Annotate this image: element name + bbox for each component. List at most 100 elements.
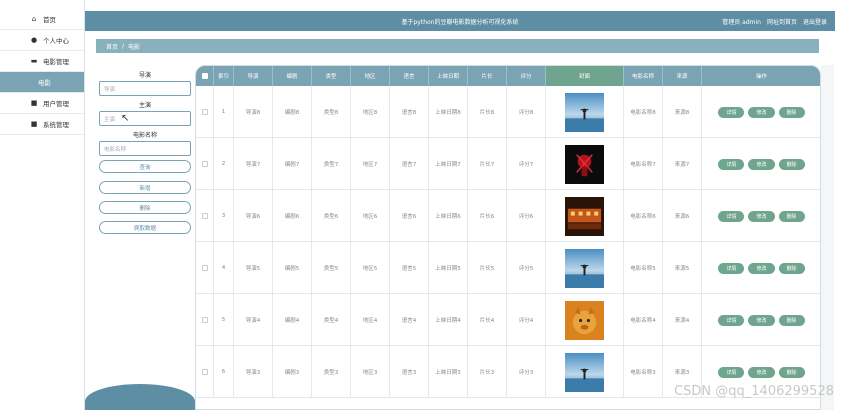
table-row: 2 导演7 编剧7 类型7 地区7 语言7 上映日期7 片长7 评分7 电影名称7 来源7 详情 修改删… (196, 138, 820, 190)
cell-movie-name: 电影名称7 (624, 138, 663, 190)
cell-release-date: 上映日期6 (429, 190, 468, 242)
cell-type: 类型3 (312, 346, 351, 398)
cell-length: 片长5 (468, 242, 507, 294)
breadcrumb-separator: / (122, 42, 125, 50)
cell-release-date: 上映日期5 (429, 242, 468, 294)
movie-name-input[interactable]: 电影名称 (99, 141, 191, 156)
edit-button[interactable]: 修改 (748, 210, 775, 222)
row-delete-button[interactable]: 删除 (778, 106, 805, 118)
table-header: 索引 导演 编剧 类型 地区 语言 上映日期 片长 评分 封面 电影名称 来源 … (196, 66, 820, 86)
current-user: 管理员 admin (722, 19, 761, 26)
row-checkbox-box[interactable] (201, 161, 208, 167)
cell-length: 片长3 (468, 346, 507, 398)
table-row: 5 导演4 编剧4 类型4 地区4 语言4 上映日期4 片长4 评分4 电影名称4 来源4 详情 修改删… (196, 294, 820, 346)
crawl-data-button[interactable]: 爬取数据 (99, 221, 191, 234)
query-button[interactable]: 查询 (99, 160, 191, 173)
breadcrumb-home[interactable]: 首页 (106, 42, 118, 51)
scrollbar[interactable] (821, 65, 834, 410)
cell-type: 类型6 (312, 190, 351, 242)
table-row: 1 导演8 编剧8 类型8 地区8 语言8 上映日期8 片长8 评分8 电影名称8 来源8 详情 修改删… (196, 86, 820, 138)
row-delete-button[interactable]: 删除 (778, 366, 805, 378)
director-input[interactable]: 导演 (99, 81, 191, 96)
row-checkbox[interactable] (196, 242, 214, 294)
col-actions: 操作 (755, 74, 767, 80)
cell-length: 片长7 (468, 138, 507, 190)
home-link[interactable]: 网址到首页 (767, 17, 797, 26)
poster-image (565, 196, 604, 236)
row-checkbox-box[interactable] (201, 317, 208, 323)
cell-movie-name: 电影名称4 (624, 294, 663, 346)
cell-language: 语言4 (390, 294, 429, 346)
cell-index: 3 (214, 190, 234, 242)
cell-length: 片长8 (468, 86, 507, 138)
cell-index: 1 (214, 86, 234, 138)
edit-button[interactable]: 修改 (748, 314, 775, 326)
select-all-checkbox[interactable] (196, 66, 214, 86)
row-checkbox-box[interactable] (201, 369, 208, 375)
table-row: 4 导演5 编剧5 类型5 地区5 语言5 上映日期5 片长5 评分5 电影名称5 来源5 详情 修改删… (196, 242, 820, 294)
cell-score: 评分3 (507, 346, 546, 398)
cell-score: 评分8 (507, 86, 546, 138)
cell-director: 导演4 (234, 294, 273, 346)
detail-button[interactable]: 详情 (718, 158, 745, 170)
detail-button[interactable]: 详情 (718, 366, 745, 378)
sidebar-item-label: 电影管理 (43, 58, 69, 66)
cell-cover (546, 346, 624, 398)
actor-input[interactable]: 主演 (99, 111, 191, 126)
row-checkbox[interactable] (196, 190, 214, 242)
cell-score: 评分7 (507, 138, 546, 190)
row-checkbox[interactable] (196, 294, 214, 346)
sidebar-item-profile[interactable]: ● 个人中心 (0, 30, 84, 51)
row-checkbox[interactable] (196, 138, 214, 190)
row-delete-button[interactable]: 删除 (778, 158, 805, 170)
edit-button[interactable]: 修改 (748, 262, 775, 274)
row-checkbox-box[interactable] (201, 213, 208, 219)
sidebar-item-movie[interactable]: 电影 (0, 72, 84, 93)
detail-button[interactable]: 详情 (718, 262, 745, 274)
delete-button[interactable]: 删除 (99, 201, 191, 214)
cell-director: 导演3 (234, 346, 273, 398)
cell-release-date: 上映日期7 (429, 138, 468, 190)
edit-button[interactable]: 修改 (748, 158, 775, 170)
sidebar-item-user-management[interactable]: ■ 用户管理 (0, 93, 84, 114)
cell-actions: 详情 修改 删除 (702, 86, 820, 138)
cell-director: 导演6 (234, 190, 273, 242)
col-director: 导演 (234, 66, 273, 86)
cell-actions: 详情 修改 删除 (702, 242, 820, 294)
sidebar: ⌂ 首页 ● 个人中心 ▬ 电影管理 电影 ■ 用户管理 ■ 系统管理 (0, 0, 85, 410)
lock-icon: ■ (30, 99, 38, 107)
detail-button[interactable]: 详情 (718, 314, 745, 326)
cell-index: 4 (214, 242, 234, 294)
cell-source: 来源7 (663, 138, 702, 190)
edit-button[interactable]: 修改 (748, 366, 775, 378)
row-checkbox[interactable] (196, 86, 214, 138)
cell-writer: 编剧7 (273, 138, 312, 190)
sidebar-item-system-management[interactable]: ■ 系统管理 (0, 114, 84, 135)
cell-score: 评分6 (507, 190, 546, 242)
cell-cover (546, 294, 624, 346)
row-delete-button[interactable]: 删除 (778, 262, 805, 274)
row-delete-button[interactable]: 删除 (778, 314, 805, 326)
monitor-icon: ▬ (30, 57, 38, 65)
cell-type: 类型5 (312, 242, 351, 294)
cell-cover (546, 242, 624, 294)
add-button[interactable]: 新增 (99, 181, 191, 194)
row-checkbox[interactable] (196, 346, 214, 398)
cell-region: 地区3 (351, 346, 390, 398)
sidebar-item-movie-management[interactable]: ▬ 电影管理 (0, 51, 84, 72)
edit-button[interactable]: 修改 (748, 106, 775, 118)
row-checkbox-box[interactable] (201, 109, 208, 115)
logout-link[interactable]: 退出登录 (803, 17, 827, 26)
sidebar-item-home[interactable]: ⌂ 首页 (0, 9, 84, 30)
cell-region: 地区7 (351, 138, 390, 190)
cell-writer: 编剧4 (273, 294, 312, 346)
cell-language: 语言6 (390, 190, 429, 242)
poster-image (565, 92, 604, 132)
cell-movie-name: 电影名称3 (624, 346, 663, 398)
detail-button[interactable]: 详情 (718, 106, 745, 118)
row-delete-button[interactable]: 删除 (778, 210, 805, 222)
row-checkbox-box[interactable] (201, 265, 208, 271)
cell-region: 地区6 (351, 190, 390, 242)
col-region: 地区 (351, 66, 390, 86)
detail-button[interactable]: 详情 (718, 210, 745, 222)
